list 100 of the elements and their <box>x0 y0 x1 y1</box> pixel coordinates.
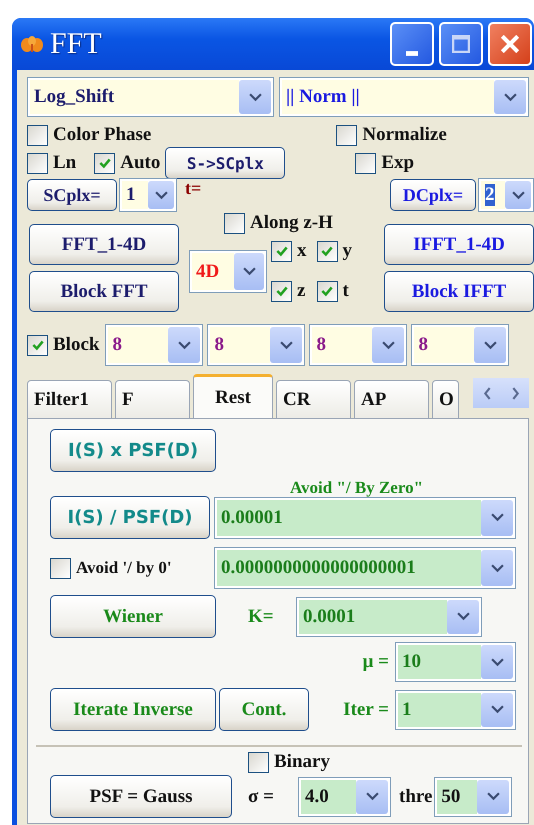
checkbox-label: Color Phase <box>53 124 152 146</box>
checkbox[interactable] <box>27 124 48 146</box>
chevron-down-icon <box>248 92 262 102</box>
checkbox[interactable] <box>27 152 48 174</box>
checkbox-label: t <box>342 280 349 302</box>
window-title: FFT <box>50 27 102 61</box>
checkbox-label: Binary <box>274 751 330 773</box>
checkbox[interactable] <box>27 334 48 356</box>
checkbox[interactable] <box>94 152 116 174</box>
chevron-down-icon <box>490 705 504 714</box>
ifft-button[interactable]: IFFT_1-4D <box>384 224 534 265</box>
t-label: t= <box>185 178 202 199</box>
iter-label: Iter = <box>343 698 389 720</box>
chevron-down-icon <box>504 92 516 102</box>
chevron-down-icon <box>484 340 497 350</box>
checkmark-icon <box>30 338 44 352</box>
checkbox-label: Avoid '/ by 0' <box>76 558 172 578</box>
chevron-down-icon <box>512 190 524 200</box>
dropdown[interactable]: 0.00001 <box>214 496 516 538</box>
minimize-button[interactable] <box>390 22 434 66</box>
fft-button[interactable]: FFT_1-4D <box>29 224 179 265</box>
dropdown[interactable]: 8 <box>309 324 408 366</box>
checkbox[interactable] <box>336 124 358 146</box>
checkmark-icon <box>98 156 112 170</box>
maximize-button[interactable] <box>439 22 483 66</box>
checkbox-label: Ln <box>53 152 76 174</box>
checkmark-icon <box>274 284 288 298</box>
block-fft-button[interactable]: Block FFT <box>29 271 179 312</box>
close-icon <box>501 35 519 53</box>
tab[interactable]: Rest <box>193 374 273 418</box>
dropdown[interactable]: 8 <box>411 324 510 366</box>
checkmark-icon <box>320 244 334 258</box>
checkbox[interactable] <box>355 152 376 174</box>
dropdown[interactable]: 8 <box>105 324 204 366</box>
checkbox-label: Auto <box>120 152 160 174</box>
scroll-right-icon[interactable] <box>510 386 520 400</box>
dropdown[interactable]: || Norm || <box>279 77 529 117</box>
k-label: K= <box>248 606 275 628</box>
tab[interactable]: CR <box>276 380 351 418</box>
dropdown[interactable]: Log_Shift <box>27 77 274 117</box>
dropdown[interactable]: 50 <box>434 776 512 816</box>
chevron-down-icon <box>456 612 470 621</box>
multiply-button[interactable]: I(S) x PSF(D) <box>50 429 216 472</box>
checkmark-icon <box>274 244 288 258</box>
dropdown[interactable]: 2 <box>478 178 534 212</box>
checkbox-label: x <box>297 240 306 262</box>
tab[interactable]: Filter1 <box>27 380 112 418</box>
dropdown[interactable]: 8 <box>207 324 306 366</box>
chevron-down-icon <box>154 190 168 200</box>
checkbox[interactable] <box>50 558 71 578</box>
dropdown[interactable]: 1 <box>395 690 516 730</box>
tab[interactable]: AP <box>354 380 429 418</box>
close-button[interactable] <box>488 22 532 66</box>
wiener-button[interactable]: Wiener <box>50 595 216 638</box>
chevron-down-icon <box>280 340 293 350</box>
chevron-down-icon <box>486 792 500 801</box>
divide-button[interactable]: I(S) / PSF(D) <box>50 496 210 539</box>
dropdown[interactable]: 10 <box>395 642 516 682</box>
checkbox[interactable] <box>316 240 338 262</box>
mu-label: μ = <box>362 651 389 673</box>
dropdown[interactable]: 4D <box>189 250 267 293</box>
psf-gauss-button[interactable]: PSF = Gauss <box>50 775 232 818</box>
checkbox-label: z <box>297 280 306 302</box>
checkbox[interactable] <box>248 752 269 772</box>
scplx-button[interactable]: SCplx= <box>27 179 117 211</box>
dropdown[interactable]: 0.0001 <box>296 596 482 636</box>
checkbox-label: y <box>342 240 352 262</box>
s-to-scplx-button[interactable]: S->SCplx <box>165 147 286 179</box>
dropdown[interactable]: 1 <box>119 178 177 212</box>
chevron-down-icon <box>490 564 504 572</box>
checkbox[interactable] <box>271 280 292 302</box>
logo-icon <box>20 34 44 54</box>
dropdown[interactable]: 0.0000000000000000001 <box>214 547 516 589</box>
iterate-inverse-button[interactable]: Iterate Inverse <box>50 688 216 731</box>
checkmark-icon <box>320 284 334 298</box>
chevron-down-icon <box>178 340 191 350</box>
minimize-icon <box>406 51 418 56</box>
dropdown[interactable]: 4.0 <box>298 776 391 816</box>
cont-button[interactable]: Cont. <box>219 688 309 731</box>
checkbox-label: Exp <box>381 152 414 174</box>
checkbox[interactable] <box>271 240 292 262</box>
thre-label: thre <box>399 786 432 808</box>
chevron-down-icon <box>366 792 378 801</box>
block-ifft-button[interactable]: Block IFFT <box>384 271 534 312</box>
checkbox[interactable] <box>316 280 338 302</box>
chevron-down-icon <box>490 658 504 666</box>
scroll-left-icon[interactable] <box>482 386 492 400</box>
chevron-down-icon <box>382 340 395 350</box>
tab[interactable]: F <box>115 380 190 418</box>
sigma-label: σ = <box>248 786 275 808</box>
checkbox-label: Along z-H <box>250 212 333 234</box>
avoid-zero-caption: Avoid "/ By Zero" <box>290 478 424 499</box>
checkbox-label: Normalize <box>362 124 447 146</box>
checkbox-label: Block <box>53 334 100 356</box>
dcplx-button[interactable]: DCplx= <box>390 179 476 211</box>
tab[interactable]: O <box>432 380 459 418</box>
chevron-down-icon <box>490 513 504 522</box>
maximize-icon <box>452 35 470 53</box>
checkbox[interactable] <box>224 212 245 234</box>
selected-value: 2 <box>485 184 494 206</box>
